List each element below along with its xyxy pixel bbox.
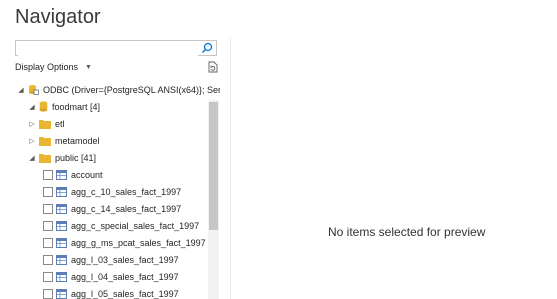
table-icon bbox=[56, 237, 67, 248]
table-label: agg_c_special_sales_fact_1997 bbox=[71, 220, 200, 231]
pane-divider bbox=[230, 38, 231, 299]
table-checkbox[interactable] bbox=[43, 288, 53, 299]
table-label: agg_c_14_sales_fact_1997 bbox=[71, 203, 182, 214]
table-label: agg_g_ms_pcat_sales_fact_1997 bbox=[71, 237, 206, 248]
table-checkbox[interactable] bbox=[43, 169, 53, 180]
table-row[interactable]: agg_g_ms_pcat_sales_fact_1997 bbox=[43, 234, 206, 251]
table-icon bbox=[56, 288, 67, 299]
table-row[interactable]: agg_c_special_sales_fact_1997 bbox=[43, 217, 199, 234]
table-row[interactable]: agg_l_04_sales_fact_1997 bbox=[43, 268, 179, 285]
tree-node-schema-public[interactable]: ◢ public [41] bbox=[28, 149, 96, 166]
tree-node-schema-metamodel[interactable]: ▷ metamodel bbox=[28, 132, 100, 149]
tree-node-label: foodmart [4] bbox=[52, 101, 101, 112]
collapsed-caret-icon[interactable]: ▷ bbox=[28, 120, 36, 128]
tree-node-database[interactable]: ◢ foodmart [4] bbox=[28, 98, 100, 115]
tree-node-label: public [41] bbox=[55, 152, 97, 163]
table-label: account bbox=[71, 169, 103, 180]
table-label: agg_l_05_sales_fact_1997 bbox=[71, 288, 179, 299]
tree-node-label: etl bbox=[55, 118, 65, 129]
scrollbar-thumb[interactable] bbox=[209, 102, 218, 230]
table-row[interactable]: agg_c_14_sales_fact_1997 bbox=[43, 200, 181, 217]
chevron-down-icon: ▼ bbox=[85, 63, 92, 71]
table-label: agg_l_04_sales_fact_1997 bbox=[71, 271, 179, 282]
table-checkbox[interactable] bbox=[43, 220, 53, 231]
table-icon bbox=[56, 220, 67, 231]
preview-empty-message: No items selected for preview bbox=[328, 225, 486, 239]
search-box[interactable] bbox=[15, 40, 217, 57]
expanded-caret-icon[interactable]: ◢ bbox=[28, 103, 36, 111]
folder-icon bbox=[39, 136, 51, 146]
table-icon bbox=[56, 271, 67, 282]
table-icon bbox=[56, 203, 67, 214]
folder-icon bbox=[39, 119, 51, 129]
tree-node-schema-etl[interactable]: ▷ etl bbox=[28, 115, 65, 132]
table-row[interactable]: agg_c_10_sales_fact_1997 bbox=[43, 183, 181, 200]
tree-node-label: ODBC (Driver={PostgreSQL ANSI(x64)}; Ser… bbox=[43, 84, 220, 95]
table-checkbox[interactable] bbox=[43, 237, 53, 248]
page-title: Navigator bbox=[15, 6, 101, 28]
database-icon bbox=[39, 101, 48, 112]
table-icon bbox=[56, 186, 67, 197]
folder-icon bbox=[39, 153, 51, 163]
search-input[interactable] bbox=[18, 45, 198, 57]
display-options-label: Display Options bbox=[15, 62, 79, 72]
tree-node-label: metamodel bbox=[55, 135, 100, 146]
table-row[interactable]: agg_l_05_sales_fact_1997 bbox=[43, 285, 179, 299]
tree-node-odbc-source[interactable]: ◢ ODBC (Driver={PostgreSQL ANSI(x64)}; S… bbox=[17, 81, 220, 98]
table-checkbox[interactable] bbox=[43, 271, 53, 282]
table-label: agg_c_10_sales_fact_1997 bbox=[71, 186, 182, 197]
table-checkbox[interactable] bbox=[43, 254, 53, 265]
table-icon bbox=[56, 254, 67, 265]
table-row[interactable]: account bbox=[43, 166, 103, 183]
odbc-source-icon bbox=[29, 85, 39, 95]
navigator-tree: ◢ ODBC (Driver={PostgreSQL ANSI(x64)}; S… bbox=[15, 80, 220, 299]
refresh-icon[interactable] bbox=[207, 61, 219, 73]
table-label: agg_l_03_sales_fact_1997 bbox=[71, 254, 179, 265]
expanded-caret-icon[interactable]: ◢ bbox=[28, 154, 36, 162]
table-row[interactable]: agg_l_03_sales_fact_1997 bbox=[43, 251, 179, 268]
table-checkbox[interactable] bbox=[43, 203, 53, 214]
search-icon[interactable] bbox=[201, 42, 213, 54]
expanded-caret-icon[interactable]: ◢ bbox=[17, 86, 25, 94]
table-icon bbox=[56, 169, 67, 180]
display-options-dropdown[interactable]: Display Options ▼ bbox=[15, 62, 92, 72]
collapsed-caret-icon[interactable]: ▷ bbox=[28, 137, 36, 145]
table-checkbox[interactable] bbox=[43, 186, 53, 197]
tree-scrollbar[interactable] bbox=[208, 100, 219, 299]
